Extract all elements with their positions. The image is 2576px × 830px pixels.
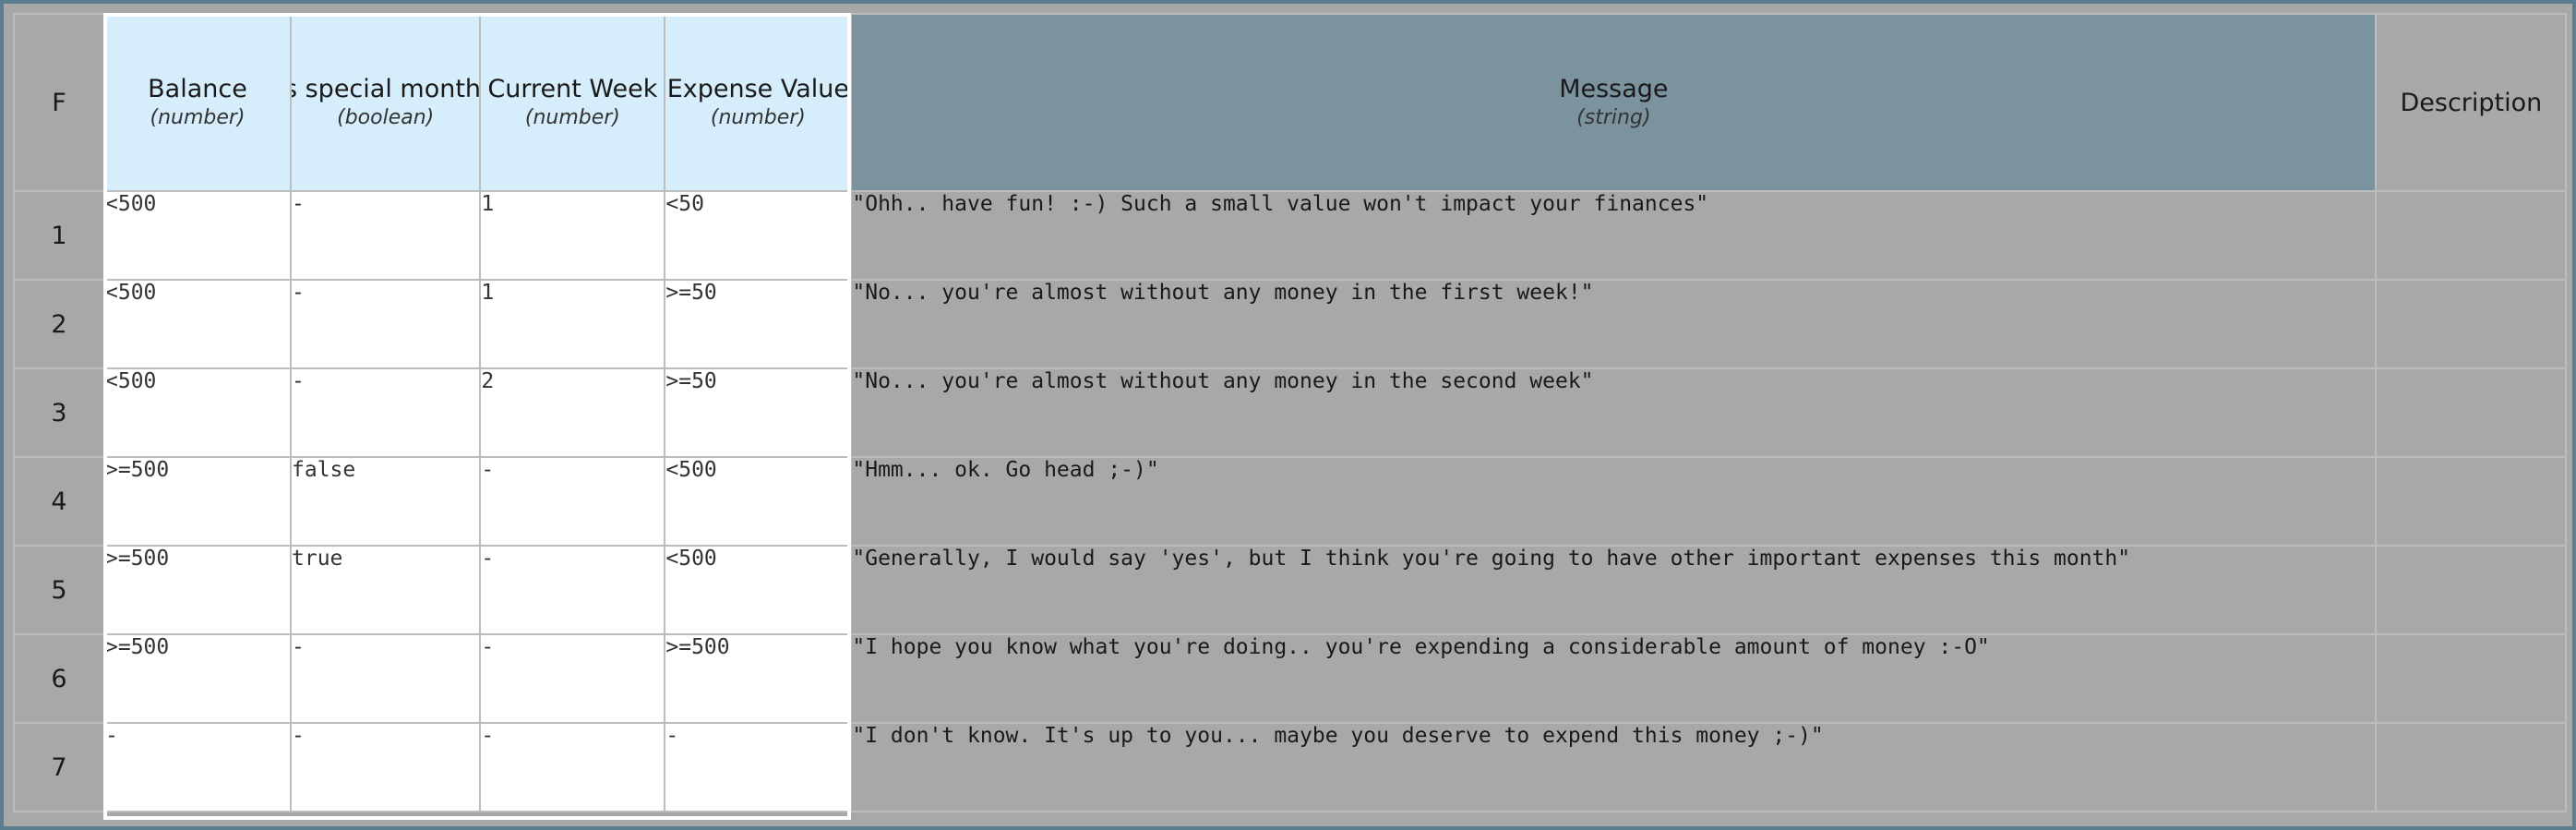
current-week-cell[interactable]: - — [479, 722, 666, 812]
balance-cell[interactable]: <500 — [103, 190, 292, 281]
expense-value-cell[interactable]: >=50 — [664, 367, 853, 458]
table-row: 7 - - - - "I don't know. It's up to you.… — [13, 722, 2568, 812]
balance-cell[interactable]: <500 — [103, 367, 292, 458]
message-cell[interactable]: "Generally, I would say 'yes', but I thi… — [850, 545, 2378, 635]
output-type: (string) — [1576, 106, 1651, 129]
expense-value-cell[interactable]: - — [664, 722, 853, 812]
row-index: 7 — [13, 722, 105, 812]
description-cell[interactable] — [2375, 633, 2568, 724]
balance-cell[interactable]: >=500 — [103, 456, 292, 547]
message-cell[interactable]: "I don't know. It's up to you... maybe y… — [850, 722, 2378, 812]
input-name: Is special month? — [293, 75, 481, 103]
input-type: (boolean) — [337, 106, 435, 129]
input-type: (number) — [524, 106, 620, 129]
current-week-cell[interactable]: 1 — [479, 190, 666, 281]
input-header-special-month[interactable]: Is special month? (boolean) — [289, 13, 482, 192]
special-month-cell[interactable]: - — [289, 279, 482, 369]
expense-value-cell[interactable]: <500 — [664, 545, 853, 635]
description-cell[interactable] — [2375, 279, 2568, 369]
row-index: 5 — [13, 545, 105, 635]
hit-policy-label: F — [52, 88, 66, 117]
description-cell[interactable] — [2375, 545, 2568, 635]
row-index: 2 — [13, 279, 105, 369]
input-header-expense-value[interactable]: Expense Value (number) — [664, 13, 853, 192]
description-cell[interactable] — [2375, 367, 2568, 458]
message-cell[interactable]: "Ohh.. have fun! :-) Such a small value … — [850, 190, 2378, 281]
current-week-cell[interactable]: 1 — [479, 279, 666, 369]
expense-value-cell[interactable]: >=50 — [664, 279, 853, 369]
current-week-cell[interactable]: - — [479, 456, 666, 547]
table-row: 2 <500 - 1 >=50 "No... you're almost wit… — [13, 279, 2568, 369]
decision-table: F Balance (number) Is special month? (bo… — [13, 13, 2568, 812]
message-cell[interactable]: "No... you're almost without any money i… — [850, 279, 2378, 369]
table-row: 3 <500 - 2 >=50 "No... you're almost wit… — [13, 367, 2568, 458]
expense-value-cell[interactable]: >=500 — [664, 633, 853, 724]
hit-policy-cell[interactable]: F — [13, 13, 105, 192]
row-index: 1 — [13, 190, 105, 281]
expense-value-cell[interactable]: <50 — [664, 190, 853, 281]
description-cell[interactable] — [2375, 190, 2568, 281]
header-row: F Balance (number) Is special month? (bo… — [13, 13, 2568, 192]
annotation-header-description[interactable]: Description — [2375, 13, 2568, 192]
message-cell[interactable]: "Hmm... ok. Go head ;-)" — [850, 456, 2378, 547]
special-month-cell[interactable]: - — [289, 367, 482, 458]
input-type: (number) — [150, 106, 246, 129]
table-row: 1 <500 - 1 <50 "Ohh.. have fun! :-) Such… — [13, 190, 2568, 281]
table-row: 4 >=500 false - <500 "Hmm... ok. Go head… — [13, 456, 2568, 547]
row-index: 6 — [13, 633, 105, 724]
message-cell[interactable]: "I hope you know what you're doing.. you… — [850, 633, 2378, 724]
expense-value-cell[interactable]: <500 — [664, 456, 853, 547]
annotation-name: Description — [2400, 88, 2543, 117]
input-name: Current Week — [487, 75, 658, 103]
message-cell[interactable]: "No... you're almost without any money i… — [850, 367, 2378, 458]
description-cell[interactable] — [2375, 456, 2568, 547]
input-name: Expense Value — [666, 75, 850, 103]
input-header-balance[interactable]: Balance (number) — [103, 13, 292, 192]
special-month-cell[interactable]: - — [289, 633, 482, 724]
table-row: 5 >=500 true - <500 "Generally, I would … — [13, 545, 2568, 635]
current-week-cell[interactable]: - — [479, 545, 666, 635]
special-month-cell[interactable]: false — [289, 456, 482, 547]
balance-cell[interactable]: >=500 — [103, 633, 292, 724]
table-row: 6 >=500 - - >=500 "I hope you know what … — [13, 633, 2568, 724]
balance-cell[interactable]: >=500 — [103, 545, 292, 635]
current-week-cell[interactable]: 2 — [479, 367, 666, 458]
output-header-message[interactable]: Message (string) — [850, 13, 2378, 192]
balance-cell[interactable]: <500 — [103, 279, 292, 369]
special-month-cell[interactable]: - — [289, 722, 482, 812]
input-header-current-week[interactable]: Current Week (number) — [479, 13, 666, 192]
output-name: Message — [1559, 75, 1669, 103]
row-index: 3 — [13, 367, 105, 458]
special-month-cell[interactable]: true — [289, 545, 482, 635]
description-cell[interactable] — [2375, 722, 2568, 812]
special-month-cell[interactable]: - — [289, 190, 482, 281]
row-index: 4 — [13, 456, 105, 547]
input-name: Balance — [148, 75, 247, 103]
current-week-cell[interactable]: - — [479, 633, 666, 724]
balance-cell[interactable]: - — [103, 722, 292, 812]
input-type: (number) — [710, 106, 806, 129]
